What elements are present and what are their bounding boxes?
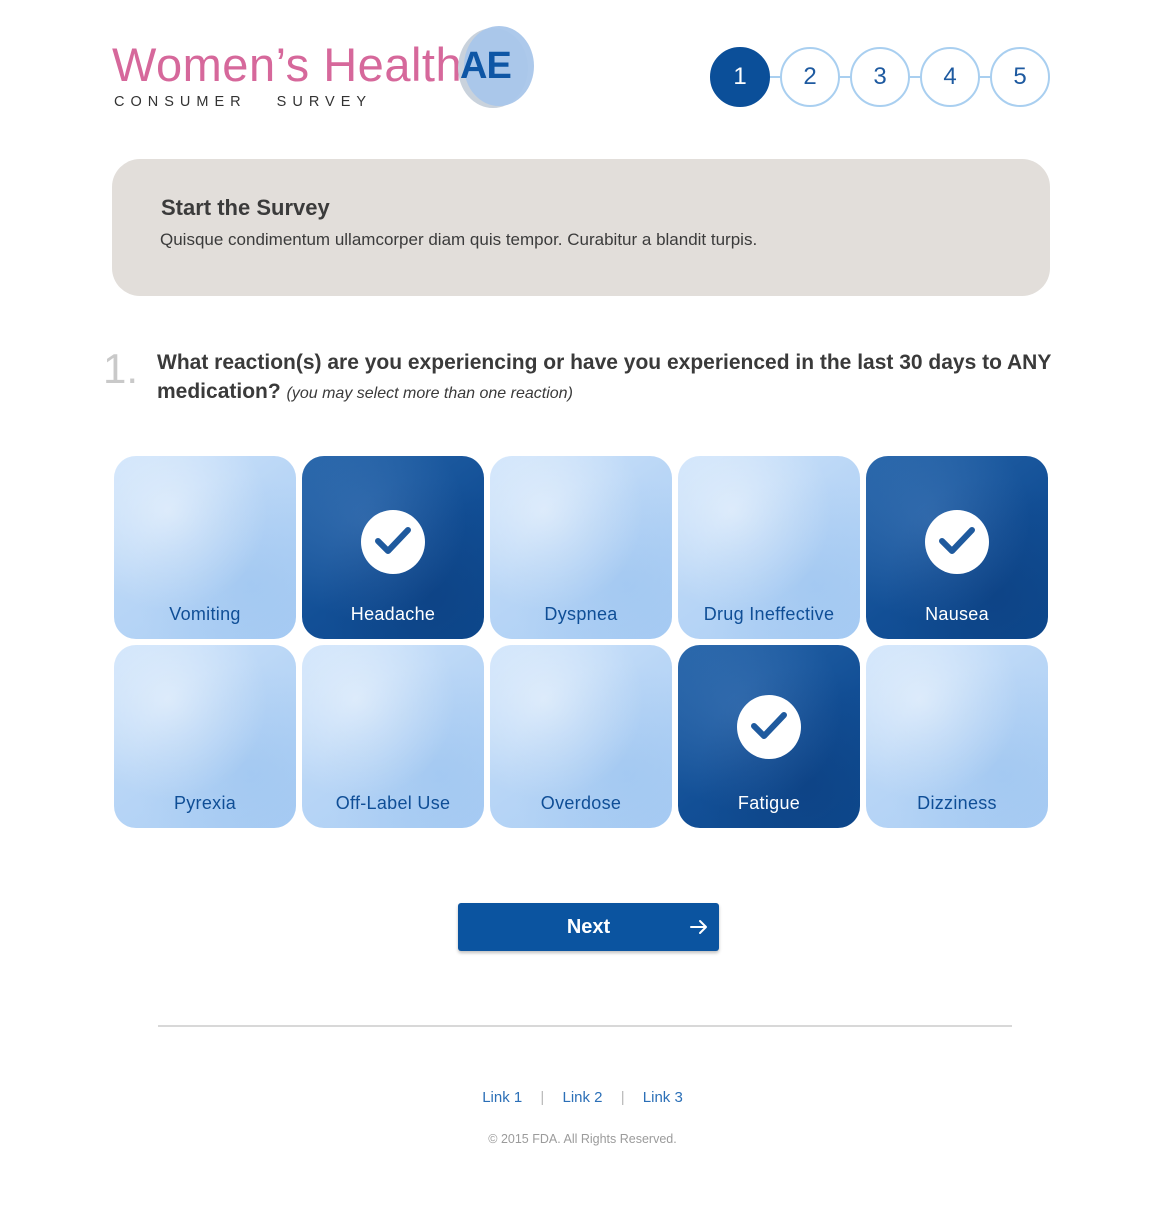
footer-link-2[interactable]: Link 2	[562, 1089, 602, 1106]
footer-separator: |	[620, 1089, 625, 1106]
copyright-text: © 2015 FDA. All Rights Reserved.	[488, 1132, 677, 1146]
footer-link-1[interactable]: Link 1	[482, 1089, 522, 1106]
checkmark-icon	[737, 695, 801, 759]
reaction-tile-pyrexia[interactable]: Pyrexia	[114, 645, 296, 828]
step-3[interactable]: 3	[850, 47, 910, 107]
reaction-label: Fatigue	[737, 793, 801, 813]
footer-link-3[interactable]: Link 3	[643, 1089, 683, 1106]
badge-text: AE	[460, 44, 512, 88]
next-button-label: Next	[566, 916, 611, 938]
footer-divider	[158, 1025, 1012, 1027]
reaction-tile-dizziness[interactable]: Dizziness	[866, 645, 1048, 828]
step-2[interactable]: 2	[780, 47, 840, 107]
reaction-label: Nausea	[925, 604, 989, 624]
question-number: 1.	[103, 345, 139, 392]
reaction-label: Drug Ineffective	[703, 604, 835, 624]
intro-text: Quisque condimentum ullamcorper diam qui…	[160, 230, 758, 249]
intro-title: Start the Survey	[161, 195, 330, 220]
checkmark-icon	[925, 510, 989, 574]
footer-separator: |	[540, 1089, 545, 1106]
reaction-tile-vomiting[interactable]: Vomiting	[114, 456, 296, 639]
step-4[interactable]: 4	[920, 47, 980, 107]
reaction-tile-fatigue[interactable]: Fatigue	[678, 645, 860, 828]
footer-links: Link 1 | Link 2 | Link 3	[0, 1089, 1165, 1106]
reaction-label: Overdose	[540, 793, 622, 813]
reaction-grid: Vomiting Headache Dyspnea Drug Ineffecti…	[114, 456, 1050, 830]
question-text: What reaction(s) are you experiencing or…	[157, 348, 1057, 408]
step-1[interactable]: 1	[710, 47, 770, 107]
reaction-tile-dyspnea[interactable]: Dyspnea	[490, 456, 672, 639]
reaction-tile-drug-ineffective[interactable]: Drug Ineffective	[678, 456, 860, 639]
brand-subtitle: CONSUMER SURVEY	[114, 94, 373, 110]
step-5[interactable]: 5	[990, 47, 1050, 107]
reaction-label: Headache	[350, 604, 436, 624]
brand-badge: AE	[458, 26, 536, 110]
reaction-label: Pyrexia	[173, 793, 237, 813]
brand-logo: Women’s Health AE CONSUMER SURVEY	[112, 26, 552, 116]
reaction-tile-overdose[interactable]: Overdose	[490, 645, 672, 828]
intro-panel: Start the Survey Quisque condimentum ull…	[112, 159, 1050, 296]
badge-text-label: AE	[460, 45, 512, 87]
reaction-tile-off-label-use[interactable]: Off-Label Use	[302, 645, 484, 828]
reaction-tile-headache[interactable]: Headache	[302, 456, 484, 639]
arrow-right-icon	[690, 920, 707, 934]
reaction-label: Dyspnea	[544, 604, 618, 624]
checkmark-icon	[361, 510, 425, 574]
question-hint: (you may select more than one reaction)	[286, 385, 573, 402]
reaction-label: Off-Label Use	[335, 793, 451, 813]
step-progress: 1 2 3 4 5	[710, 47, 1050, 107]
reaction-tile-nausea[interactable]: Nausea	[866, 456, 1048, 639]
next-button[interactable]: Next	[458, 903, 719, 951]
reaction-label: Dizziness	[917, 793, 997, 813]
brand-title: Women’s Health	[112, 38, 463, 91]
reaction-label: Vomiting	[169, 604, 241, 624]
